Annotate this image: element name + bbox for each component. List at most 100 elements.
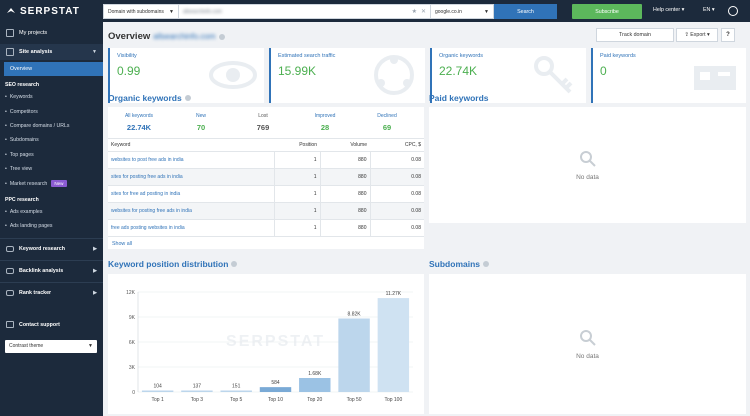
theme-select[interactable]: Contrast theme ▼ [5,339,97,353]
keyword-link[interactable]: free ads posting websites in india [108,219,275,237]
cpc-cell: 0.08 [370,219,424,237]
sidebar-section-site-analysis[interactable]: Site analysis ▼ [0,44,103,60]
sidebar-item-subdomains[interactable]: • Subdomains [0,133,103,147]
search-engine-value: google.co.in [435,8,462,15]
search-bar: Domain with subdomains ▼ allsearchinfo.c… [103,4,557,19]
user-icon[interactable] [728,6,738,16]
chat-icon [6,321,14,329]
subdomains-panel: No data [429,274,746,414]
no-data-placeholder: No data [429,107,746,223]
info-icon[interactable] [483,261,490,267]
column-header-volume[interactable]: Volume [320,138,370,152]
sidebar-item-label: Overview [10,66,33,72]
sidebar-group-rank-tracker[interactable]: Rank tracker ▶ [0,281,103,304]
new-badge: New [51,180,67,188]
sidebar-item-ads-landing-pages[interactable]: • Ads landing pages [0,219,103,233]
sidebar-heading-ppc-research: PPC research [5,196,39,203]
chart-icon [6,48,14,56]
cpc-cell: 0.08 [370,168,424,186]
chevron-right-icon: ▶ [93,290,97,297]
position-cell: 1 [274,168,321,186]
stat-declined[interactable]: Declined 69 [356,113,418,132]
help-button[interactable]: ? [721,28,735,42]
position-cell: 1 [274,202,321,220]
clear-icon[interactable]: ✕ [421,8,426,15]
sidebar-group-keyword-research[interactable]: Keyword research ▶ [0,237,103,260]
kpi-search-traffic[interactable]: Estimated search traffic 15.99K [269,48,425,103]
section-title-text: Organic keywords [108,93,182,103]
sidebar-item-top-pages[interactable]: • Top pages [0,148,103,162]
stat-label: Improved [314,113,336,119]
serpstat-logo-icon [7,8,15,13]
table-row: free ads posting websites in india 1 880 0.… [108,219,424,237]
search-engine-select[interactable]: google.co.in ▼ [430,4,494,19]
column-header-position[interactable]: Position [274,138,320,152]
search-mode-select[interactable]: Domain with subdomains ▼ [103,4,179,19]
position-cell: 1 [274,151,321,169]
serpstat-logo[interactable]: SERPSTAT [0,0,103,22]
search-button[interactable]: Search [494,4,557,19]
stat-value: 70 [196,123,206,132]
analyzed-domain[interactable]: allsearchinfo.com [153,32,215,41]
contact-support-link[interactable]: Contact support [0,314,103,336]
key-icon [6,246,14,253]
keyword-link[interactable]: sites for posting free ads in india [108,168,275,186]
no-data-placeholder: No data [429,274,746,414]
keyword-link[interactable]: sites for free ad posting in india [108,185,275,203]
sidebar-item-tree-view[interactable]: • Tree view [0,162,103,176]
search-mode-value: Domain with subdomains [108,8,164,15]
paid-keywords-title: Paid keywords [429,93,489,103]
info-icon[interactable] [231,261,238,267]
chart-watermark: SERPSTAT [226,333,325,350]
keyword-link[interactable]: websites to post free ads in india [108,151,275,169]
bar-data-label: 137 [193,384,202,390]
sidebar-item-keywords[interactable]: • Keywords [0,90,103,104]
no-data-text: No data [576,352,599,360]
key-icon [534,56,573,94]
track-domain-button[interactable]: Track domain [596,28,674,42]
table-row: sites for posting free ads in india 1 880 0… [108,168,424,186]
show-all-link[interactable]: Show all [108,237,424,247]
subscribe-button[interactable]: Subscribe [572,4,642,19]
search-input-actions: ★ ✕ [411,4,430,19]
bar-data-label: 1.68K [308,371,322,377]
search-input[interactable]: allsearchinfo.com [179,4,412,19]
x-tick-label: Top 20 [307,397,322,403]
info-icon[interactable] [184,95,191,101]
cpc-cell: 0.08 [370,185,424,203]
page-title: Overview allsearchinfo.com [108,31,225,42]
stat-new[interactable]: New 70 [170,113,232,132]
x-tick-label: Top 100 [384,397,402,403]
table-row: sites for free ad posting in india 1 880 0.… [108,185,424,203]
sidebar-item-my-projects[interactable]: My projects [0,22,103,44]
column-header-keyword[interactable]: Keyword [108,138,274,152]
export-button[interactable]: ⇪ Export ▾ [676,28,718,42]
stat-improved[interactable]: Improved 28 [294,113,356,132]
sidebar-item-label: My projects [19,30,48,36]
bar-top-5 [220,390,252,392]
sidebar-group-backlink-analysis[interactable]: Backlink analysis ▶ [0,259,103,282]
chevron-right-icon: ▶ [93,246,97,253]
no-data-text: No data [576,173,599,181]
sidebar-item-overview[interactable]: Overview [4,62,103,76]
distribution-panel: SERPSTAT 0 3K 6K 9K 12K 104 Top 1 137 Top 3 151 Top… [108,274,424,414]
info-icon[interactable] [218,33,225,40]
volume-cell: 880 [320,219,371,237]
sidebar-item-ads-examples[interactable]: • Ads examples [0,205,103,219]
star-icon[interactable]: ★ [412,8,417,15]
keyword-link[interactable]: websites for posting free ads in india [108,202,275,220]
magnifier-icon [579,150,596,167]
sidebar-item-market-research[interactable]: • Market research New [0,176,103,190]
sidebar-item-compare-domains[interactable]: • Compare domains / URLs [0,119,103,133]
bar-data-label: 8.82K [348,312,362,318]
help-center-menu[interactable]: Help center ▾ [653,7,684,13]
kpi-paid-keywords[interactable]: Paid keywords 0 [591,48,746,103]
language-select[interactable]: EN ▾ [703,7,715,13]
sidebar-item-competitors[interactable]: • Competitors [0,104,103,118]
column-header-cpc[interactable]: CPC, $ [370,138,424,152]
stat-lost[interactable]: Lost 769 [232,113,294,132]
sidebar-item-label: Market research [9,180,48,187]
volume-cell: 880 [320,185,371,203]
x-tick-label: Top 3 [191,397,203,403]
stat-all-keywords[interactable]: All keywords 22.74K [108,113,170,132]
